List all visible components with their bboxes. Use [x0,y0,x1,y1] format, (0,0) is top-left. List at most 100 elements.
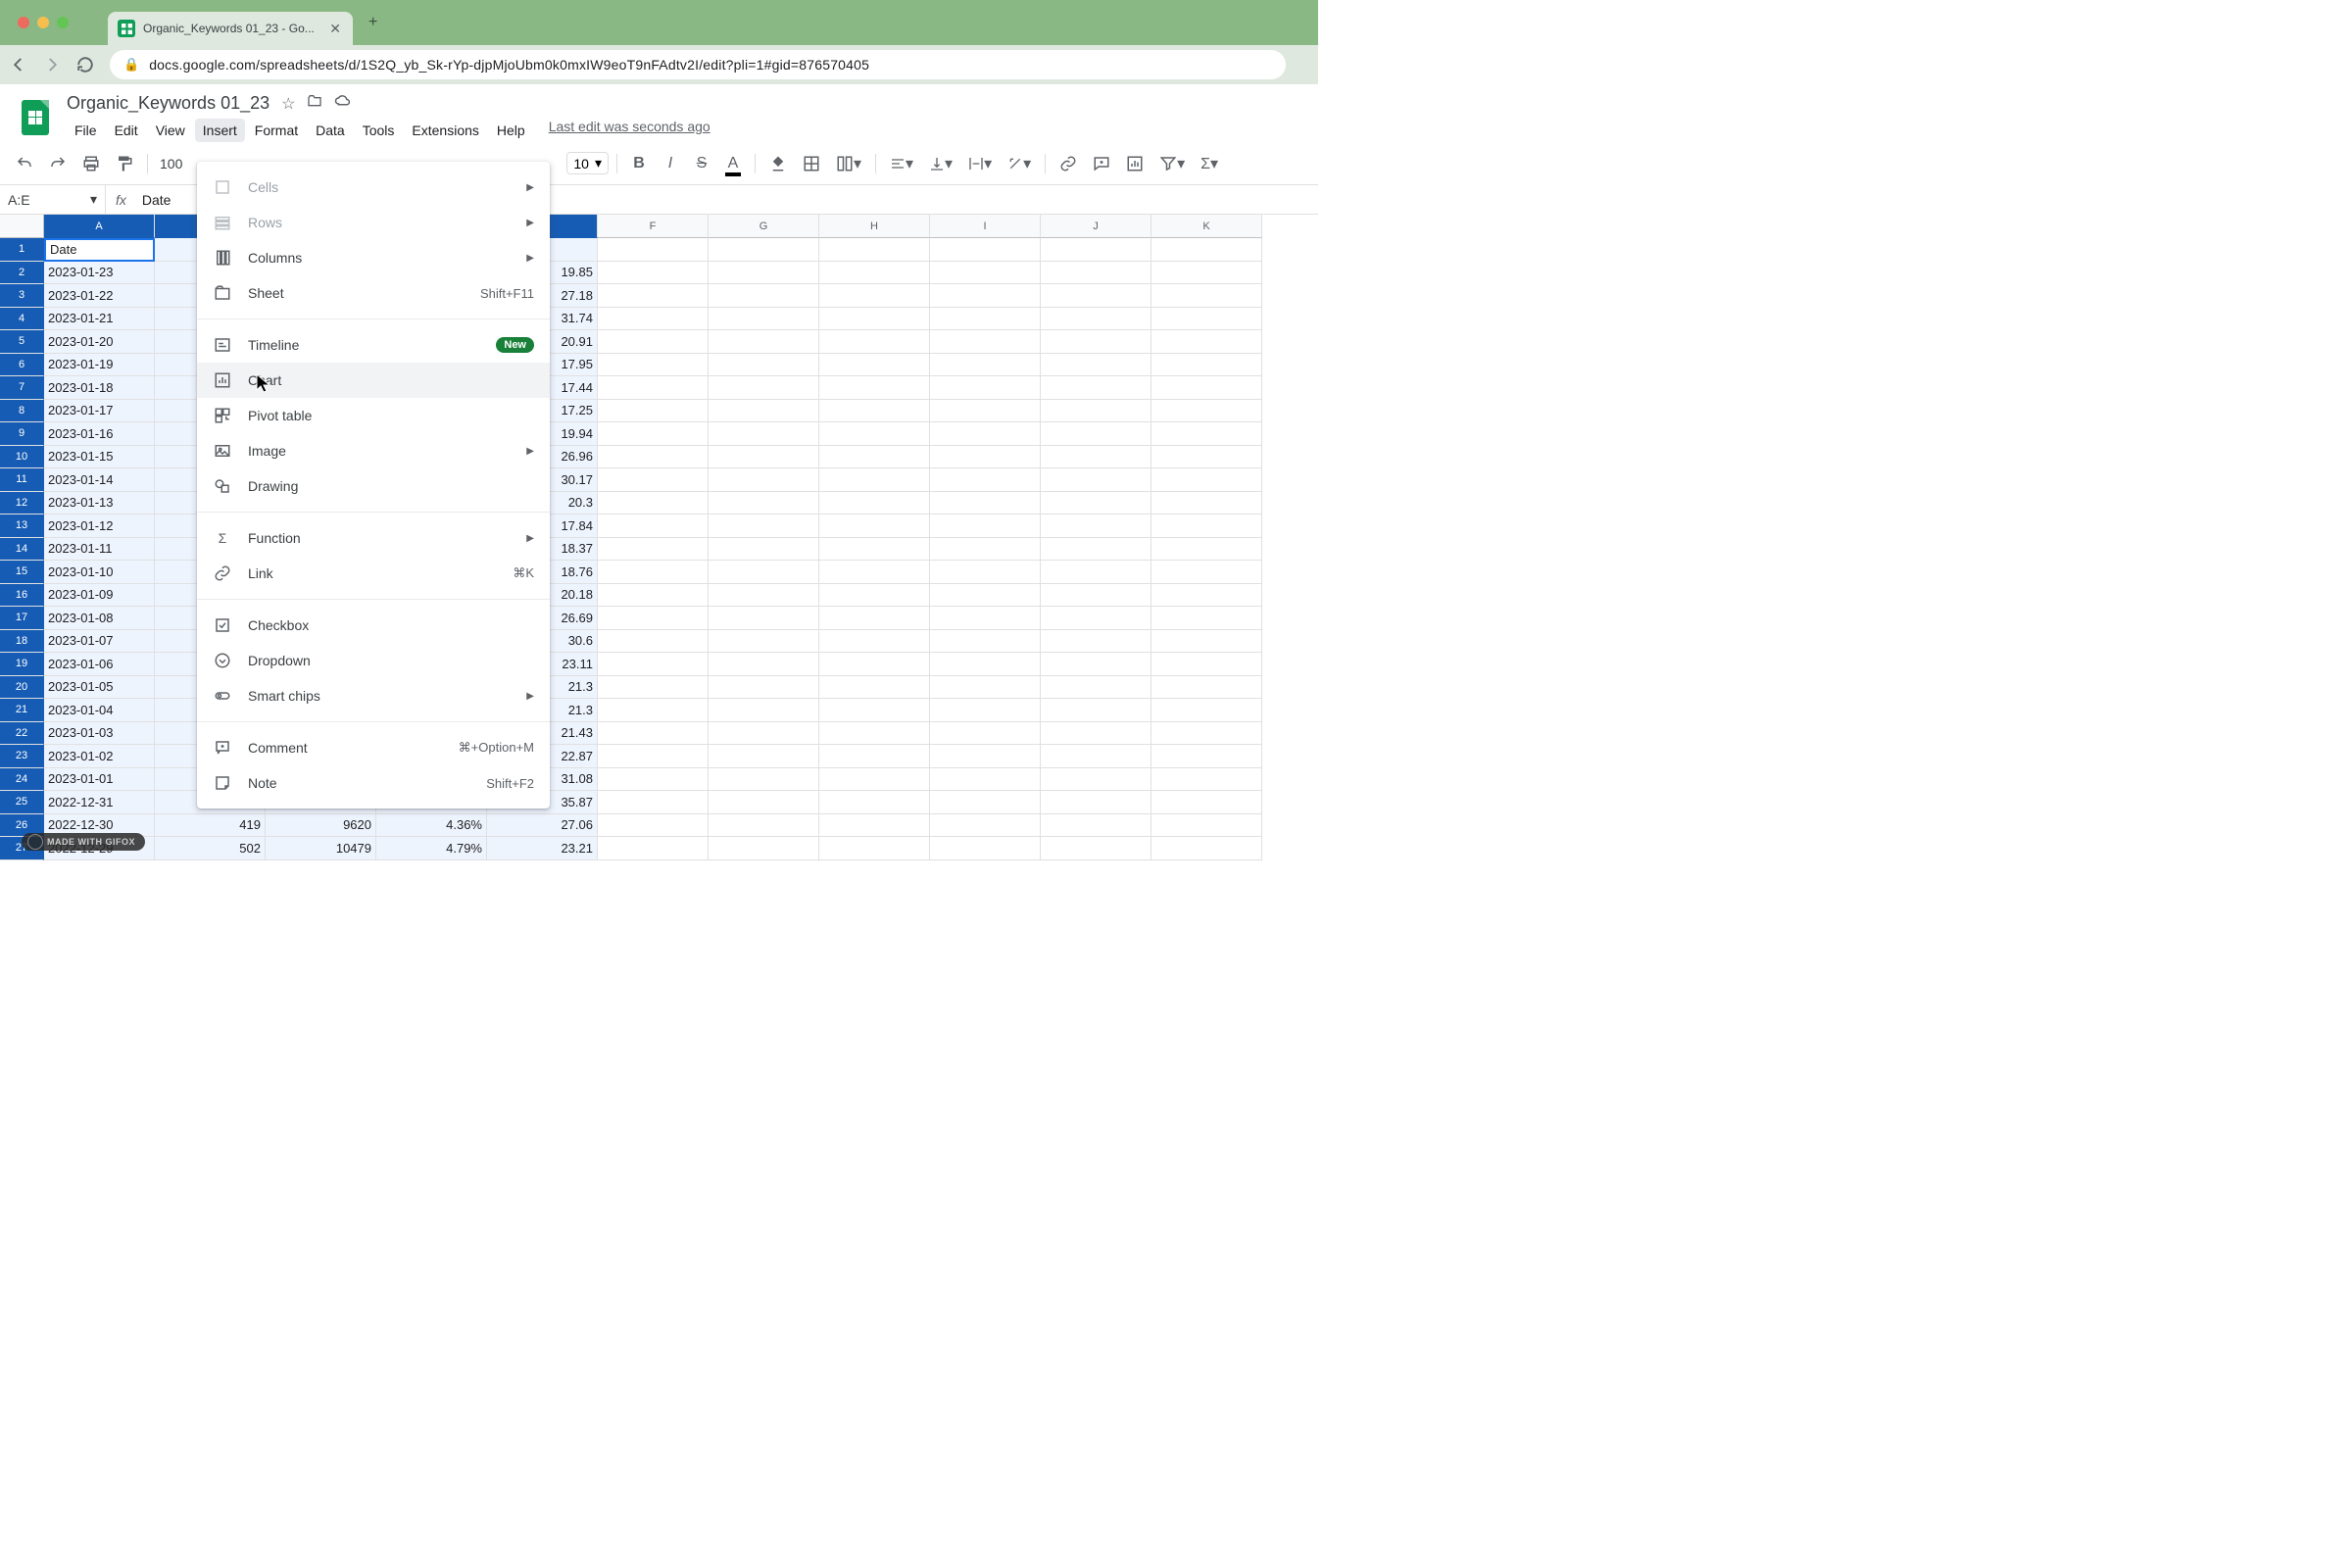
cell[interactable] [1041,584,1152,608]
print-button[interactable] [76,149,106,178]
cell[interactable] [819,262,930,285]
cell[interactable] [1041,745,1152,768]
cell[interactable] [1041,676,1152,700]
cell[interactable] [598,354,709,377]
cell[interactable] [1041,284,1152,308]
row-header[interactable]: 12 [0,492,44,515]
cell[interactable] [1041,468,1152,492]
zoom-dropdown[interactable]: 100 [156,156,186,172]
row-header[interactable]: 22 [0,722,44,746]
cell[interactable] [1041,814,1152,838]
cell[interactable]: 2023-01-19 [44,354,155,377]
col-header-F[interactable]: F [598,215,709,238]
menu-tools[interactable]: Tools [355,119,403,142]
chart-button[interactable] [1120,149,1150,178]
cell[interactable] [819,376,930,400]
cell[interactable] [598,446,709,469]
cell[interactable]: 2023-01-21 [44,308,155,331]
insert-function-item[interactable]: Σ Function ▶ [197,520,550,556]
last-edit-link[interactable]: Last edit was seconds ago [549,119,710,142]
cell[interactable] [819,745,930,768]
cell[interactable] [1041,653,1152,676]
new-tab-button[interactable]: + [353,14,393,31]
cell[interactable] [1041,630,1152,654]
cell[interactable]: 2023-01-03 [44,722,155,746]
cell[interactable] [709,837,819,860]
cell[interactable] [819,446,930,469]
cell[interactable] [598,238,709,262]
cell[interactable] [1041,422,1152,446]
cell[interactable] [709,262,819,285]
cell[interactable]: 2023-01-18 [44,376,155,400]
cell[interactable] [709,768,819,792]
cell[interactable] [709,538,819,562]
cell[interactable] [930,376,1041,400]
cell[interactable] [1041,238,1152,262]
cell[interactable] [709,561,819,584]
cell[interactable] [930,538,1041,562]
cell[interactable] [598,561,709,584]
cell[interactable] [1041,768,1152,792]
cell[interactable] [1152,492,1262,515]
cell[interactable] [930,676,1041,700]
cell[interactable] [1041,400,1152,423]
cell[interactable] [930,653,1041,676]
cell[interactable] [930,422,1041,446]
cell[interactable] [709,584,819,608]
cell[interactable] [598,630,709,654]
undo-button[interactable] [10,149,39,178]
cell[interactable] [819,492,930,515]
cell[interactable]: 2023-01-04 [44,699,155,722]
cell[interactable] [598,722,709,746]
cell[interactable] [1041,514,1152,538]
row-header[interactable]: 4 [0,308,44,331]
cell[interactable] [819,814,930,838]
row-header[interactable]: 17 [0,607,44,630]
cell[interactable] [819,584,930,608]
select-all-corner[interactable] [0,215,44,238]
fill-color-button[interactable] [763,149,793,178]
cell[interactable]: 2023-01-20 [44,330,155,354]
merge-button[interactable]: ▾ [830,148,867,179]
cell[interactable] [598,422,709,446]
col-header-H[interactable]: H [819,215,930,238]
cell[interactable] [1041,607,1152,630]
cell[interactable] [598,308,709,331]
font-size-input[interactable]: 10▾ [566,152,609,174]
move-icon[interactable] [307,93,322,114]
cell[interactable] [598,814,709,838]
cell[interactable] [930,699,1041,722]
cell[interactable] [819,837,930,860]
cell[interactable]: 4.36% [376,814,487,838]
filter-button[interactable]: ▾ [1153,148,1191,179]
cell[interactable] [819,468,930,492]
cell[interactable] [930,492,1041,515]
cell[interactable] [709,446,819,469]
cell[interactable]: 2023-01-16 [44,422,155,446]
cell[interactable] [819,607,930,630]
cell[interactable] [1041,376,1152,400]
cell[interactable] [1152,630,1262,654]
insert-timeline-item[interactable]: Timeline New [197,327,550,363]
row-header[interactable]: 15 [0,561,44,584]
cell[interactable]: 419 [155,814,266,838]
valign-button[interactable]: ▾ [923,148,958,179]
close-window-icon[interactable] [18,17,29,28]
insert-pivot-item[interactable]: Pivot table [197,398,550,433]
menu-format[interactable]: Format [247,119,306,142]
cell[interactable]: 2023-01-01 [44,768,155,792]
insert-smartchips-item[interactable]: Smart chips ▶ [197,678,550,713]
cell[interactable] [1152,354,1262,377]
row-header[interactable]: 1 [0,238,44,262]
row-header[interactable]: 14 [0,538,44,562]
menu-help[interactable]: Help [489,119,533,142]
cell[interactable] [709,791,819,814]
cell[interactable] [930,584,1041,608]
row-header[interactable]: 24 [0,768,44,792]
cell[interactable] [930,514,1041,538]
cell[interactable] [819,676,930,700]
name-box[interactable]: A:E▾ [0,185,106,214]
row-header[interactable]: 8 [0,400,44,423]
cell[interactable] [1152,514,1262,538]
cell[interactable] [1152,376,1262,400]
